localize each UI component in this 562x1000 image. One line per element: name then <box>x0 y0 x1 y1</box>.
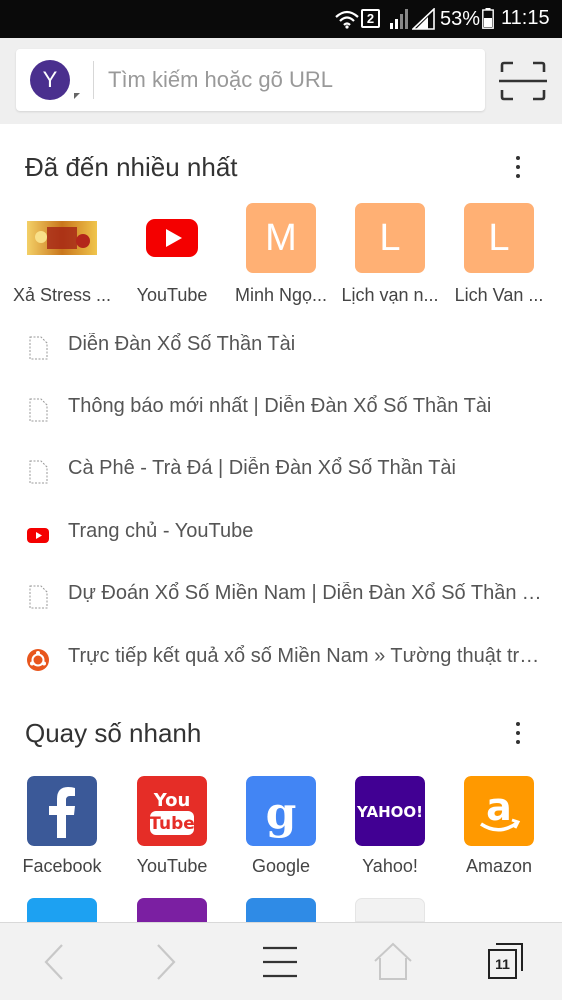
history-item[interactable]: Trực tiếp kết quả xổ số Miền Nam » Tường… <box>26 642 546 676</box>
history-item[interactable]: Dự Đoán Xổ Số Miền Nam | Diễn Đàn Xổ Số … <box>26 579 546 613</box>
page-icon <box>29 460 48 484</box>
tile-label: Lịch vạn n... <box>341 285 439 305</box>
speed-dial-title: Quay số nhanh <box>25 718 202 748</box>
twitter-tile-partial[interactable] <box>27 898 97 922</box>
svg-text:a: a <box>486 785 512 829</box>
history-item-label: Cà Phê - Trà Đá | Diễn Đàn Xổ Số Thần Tà… <box>68 457 456 479</box>
tile-label: Google <box>251 856 311 876</box>
page-icon <box>29 398 48 422</box>
tile-label: Facebook <box>22 856 102 876</box>
amazon-icon: a <box>464 776 534 846</box>
address-bar-divider <box>93 61 94 99</box>
svg-text:YAHOO!: YAHOO! <box>356 803 423 821</box>
sim-badge: 2 <box>361 9 380 28</box>
tile-label: Lich Van ... <box>454 285 544 305</box>
ubuntu-style-icon <box>27 649 49 671</box>
wifi-icon <box>335 10 359 29</box>
speed-dial-tile-partial[interactable] <box>246 898 316 922</box>
back-icon[interactable] <box>40 939 70 985</box>
add-tile-partial[interactable] <box>355 898 425 922</box>
most-visited-title: Đã đến nhiều nhất <box>25 152 238 182</box>
history-item[interactable]: Thông báo mới nhất | Diễn Đàn Xổ Số Thần… <box>26 392 546 426</box>
search-input[interactable] <box>108 63 468 97</box>
speed-dial-menu-icon[interactable] <box>508 720 528 748</box>
signal-icon-2 <box>412 8 435 30</box>
facebook-icon <box>27 776 97 846</box>
speed-dial-tile-partial[interactable] <box>137 898 207 922</box>
history-item[interactable]: Trang chủ - YouTube <box>26 517 546 551</box>
page-icon <box>29 336 48 360</box>
browser-toolbar: Y <box>0 38 562 124</box>
tab-count: 11 <box>495 956 510 972</box>
battery-percent: 53% <box>440 8 481 30</box>
letter-icon: L <box>464 203 534 273</box>
bottom-navigation: 11 <box>0 922 562 1000</box>
youtube-icon: You Tube <box>137 776 207 846</box>
youtube-icon <box>27 528 49 543</box>
history-item[interactable]: Diễn Đàn Xổ Số Thần Tài <box>26 330 546 364</box>
account-caret-icon <box>74 93 80 99</box>
tabs-button[interactable]: 11 <box>486 939 526 985</box>
svg-text:g: g <box>266 788 297 839</box>
letter-icon: M <box>246 203 316 273</box>
yahoo-icon: YAHOO! <box>355 776 425 846</box>
svg-text:Tube: Tube <box>149 814 195 834</box>
letter-icon: L <box>355 203 425 273</box>
history-item-label: Diễn Đàn Xổ Số Thần Tài <box>68 333 296 355</box>
svg-text:You: You <box>153 790 191 811</box>
signal-icon <box>390 9 408 29</box>
most-visited-menu-icon[interactable] <box>508 154 528 182</box>
history-item-label: Thông báo mới nhất | Diễn Đàn Xổ Số Thần… <box>68 395 492 417</box>
home-icon[interactable] <box>372 939 414 985</box>
tile-label: YouTube <box>136 285 208 305</box>
tile-label: Minh Ngọ... <box>234 285 328 305</box>
history-item-label: Dự Đoán Xổ Số Miền Nam | Diễn Đàn Xổ Số … <box>68 582 542 604</box>
tile-label: YouTube <box>136 856 208 876</box>
qr-scan-icon[interactable] <box>499 60 547 102</box>
google-icon: g <box>246 776 316 846</box>
menu-icon[interactable] <box>261 939 299 985</box>
tile-label: Yahoo! <box>362 856 418 876</box>
page-icon <box>29 585 48 609</box>
status-bar: 2 53% 11:15 <box>0 0 562 38</box>
forward-icon[interactable] <box>150 939 180 985</box>
lottery-thumbnail <box>27 221 97 255</box>
tile-label: Xả Stress ... <box>12 285 112 305</box>
history-item-label: Trang chủ - YouTube <box>68 520 254 542</box>
youtube-icon <box>146 219 198 257</box>
address-bar[interactable]: Y <box>16 49 485 111</box>
history-item-label: Trực tiếp kết quả xổ số Miền Nam » Tường… <box>68 645 542 667</box>
battery-icon <box>482 8 494 29</box>
clock: 11:15 <box>501 7 550 29</box>
account-avatar[interactable]: Y <box>30 60 70 100</box>
history-item[interactable]: Cà Phê - Trà Đá | Diễn Đàn Xổ Số Thần Tà… <box>26 454 546 488</box>
tile-label: Amazon <box>465 856 533 876</box>
